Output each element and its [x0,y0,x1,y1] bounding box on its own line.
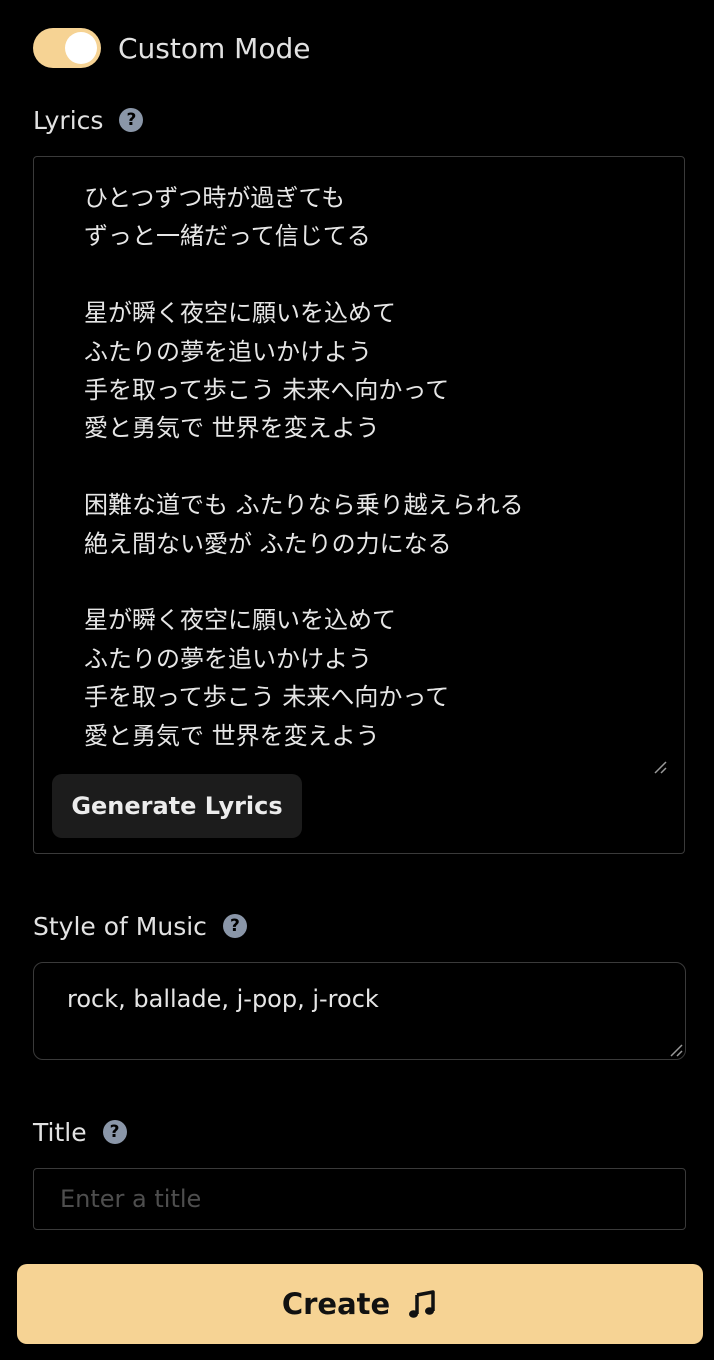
lyrics-label-row: Lyrics ? [33,103,144,137]
custom-mode-toggle[interactable] [33,28,101,68]
custom-mode-label: Custom Mode [118,31,311,65]
toggle-knob [65,32,97,64]
create-label: Create [281,1287,391,1321]
generate-lyrics-button[interactable]: Generate Lyrics [52,774,302,838]
music-note-icon [409,1290,435,1318]
question-circle-icon[interactable]: ? [222,914,247,938]
question-circle-icon[interactable]: ? [102,1120,127,1144]
style-textarea[interactable]: rock, ballade, j-pop, j-rock [33,962,686,1060]
style-label-row: Style of Music ? [33,909,247,943]
resize-handle-icon[interactable] [653,760,667,774]
resize-handle-icon[interactable] [669,1043,683,1057]
title-label: Title [33,1117,87,1147]
lyrics-textarea[interactable]: ひとつずつ時が過ぎても ずっと一緒だって信じてる 星が瞬く夜空に願いを込めて ふ… [33,156,685,854]
style-label: Style of Music [33,911,207,941]
create-button[interactable]: Create [17,1264,703,1344]
lyrics-text[interactable]: ひとつずつ時が過ぎても ずっと一緒だって信じてる 星が瞬く夜空に願いを込めて ふ… [84,179,664,755]
question-circle-icon[interactable]: ? [119,108,144,132]
title-label-row: Title ? [33,1115,127,1149]
custom-mode-row: Custom Mode [33,28,310,68]
title-input[interactable] [33,1168,686,1230]
style-text[interactable]: rock, ballade, j-pop, j-rock [67,985,379,1013]
lyrics-label: Lyrics [33,105,104,135]
